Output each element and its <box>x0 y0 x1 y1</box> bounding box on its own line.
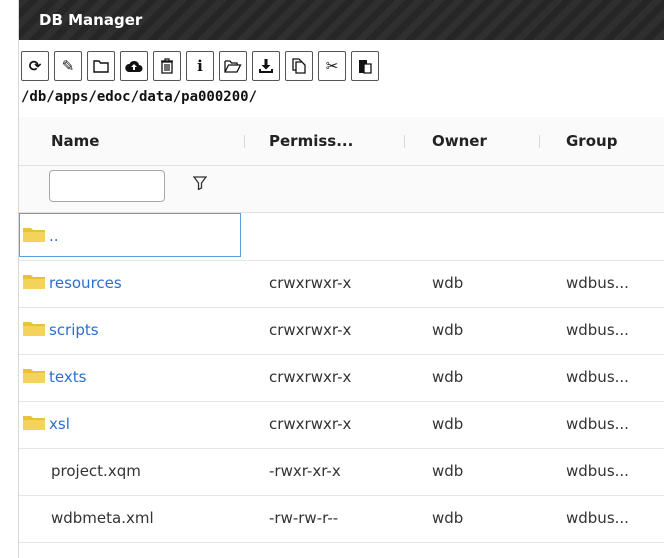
file-name-label: project.xqm <box>51 462 141 480</box>
file-name-label[interactable]: xsl <box>49 415 70 433</box>
column-divider <box>539 135 540 148</box>
selected-cell-outline <box>19 213 241 257</box>
paste-icon <box>359 60 372 74</box>
column-header-group[interactable]: Group <box>566 117 617 165</box>
folder-icon <box>23 322 45 336</box>
edit-icon: ✎ <box>61 57 75 75</box>
file-name-cell[interactable]: texts <box>23 354 86 401</box>
table-row[interactable]: resources crwxrwxr-x wdb wdbus... <box>19 260 664 308</box>
cut-icon: ✂ <box>325 57 339 75</box>
delete-button[interactable] <box>153 51 181 81</box>
info-button[interactable]: i <box>186 51 214 81</box>
edit-button[interactable]: ✎ <box>54 51 82 81</box>
column-header-name[interactable]: Name <box>51 117 99 165</box>
permissions-cell: crwxrwxr-x <box>269 415 352 433</box>
file-name-label[interactable]: resources <box>49 274 122 292</box>
upload-icon <box>125 60 143 72</box>
window-title: DB Manager <box>39 11 143 29</box>
file-name-cell[interactable]: wdbmeta.xml <box>51 495 154 542</box>
owner-cell: wdb <box>432 509 464 527</box>
permissions-cell: crwxrwxr-x <box>269 321 352 339</box>
group-cell: wdbus... <box>566 462 629 480</box>
delete-icon <box>161 58 173 74</box>
cut-button[interactable]: ✂ <box>318 51 346 81</box>
paste-button[interactable] <box>351 51 379 81</box>
table-header: Name Permiss... Owner Group <box>19 117 664 166</box>
permissions-cell: crwxrwxr-x <box>269 274 352 292</box>
file-name-label: wdbmeta.xml <box>51 509 154 527</box>
copy-icon <box>292 58 306 74</box>
group-cell: wdbus... <box>566 368 629 386</box>
new-folder-icon <box>93 60 109 73</box>
current-path: /db/apps/edoc/data/pa000200/ <box>21 89 258 105</box>
file-name-label[interactable]: scripts <box>49 321 99 339</box>
owner-cell: wdb <box>432 274 464 292</box>
owner-cell: wdb <box>432 415 464 433</box>
file-name-cell[interactable]: resources <box>23 260 122 307</box>
new-folder-button[interactable] <box>87 51 115 81</box>
group-cell: wdbus... <box>566 321 629 339</box>
column-header-permissions[interactable]: Permiss... <box>269 117 353 165</box>
download-icon <box>259 59 273 73</box>
folder-icon <box>23 369 45 383</box>
table-row[interactable]: project.xqm -rwxr-xr-x wdb wdbus... <box>19 448 664 496</box>
file-name-cell[interactable]: project.xqm <box>51 448 141 495</box>
column-divider <box>244 135 245 148</box>
column-divider <box>404 135 405 148</box>
open-folder-button[interactable] <box>219 51 247 81</box>
table-row[interactable]: texts crwxrwxr-x wdb wdbus... <box>19 354 664 402</box>
info-icon: i <box>197 57 203 75</box>
table-row[interactable]: xsl crwxrwxr-x wdb wdbus... <box>19 401 664 449</box>
permissions-cell: -rwxr-xr-x <box>269 462 341 480</box>
column-header-owner[interactable]: Owner <box>432 117 487 165</box>
filter-row <box>19 166 664 213</box>
table-row[interactable]: scripts crwxrwxr-x wdb wdbus... <box>19 307 664 355</box>
toolbar: ⟳ ✎ i ✂ <box>19 45 664 85</box>
open-folder-icon <box>224 60 242 73</box>
group-cell: wdbus... <box>566 415 629 433</box>
refresh-icon: ⟳ <box>28 57 42 75</box>
copy-button[interactable] <box>285 51 313 81</box>
filter-icon[interactable] <box>193 176 207 190</box>
permissions-cell: -rw-rw-r-- <box>269 509 339 527</box>
file-name-cell[interactable]: xsl <box>23 401 70 448</box>
file-name-cell[interactable]: scripts <box>23 307 99 354</box>
folder-icon <box>23 416 45 430</box>
file-name-label[interactable]: texts <box>49 368 86 386</box>
group-cell: wdbus... <box>566 274 629 292</box>
group-cell: wdbus... <box>566 509 629 527</box>
owner-cell: wdb <box>432 368 464 386</box>
owner-cell: wdb <box>432 462 464 480</box>
owner-cell: wdb <box>432 321 464 339</box>
db-manager-window: DB Manager ⟳ ✎ i ✂ /db/apps/edoc/data/pa… <box>18 0 664 558</box>
upload-button[interactable] <box>120 51 148 81</box>
refresh-button[interactable]: ⟳ <box>21 51 49 81</box>
window-titlebar[interactable]: DB Manager <box>19 0 664 40</box>
table-row[interactable]: wdbmeta.xml -rw-rw-r-- wdb wdbus... <box>19 495 664 543</box>
permissions-cell: crwxrwxr-x <box>269 368 352 386</box>
name-filter-input[interactable] <box>49 170 165 202</box>
folder-icon <box>23 275 45 289</box>
table-row[interactable]: .. <box>19 213 664 261</box>
download-button[interactable] <box>252 51 280 81</box>
